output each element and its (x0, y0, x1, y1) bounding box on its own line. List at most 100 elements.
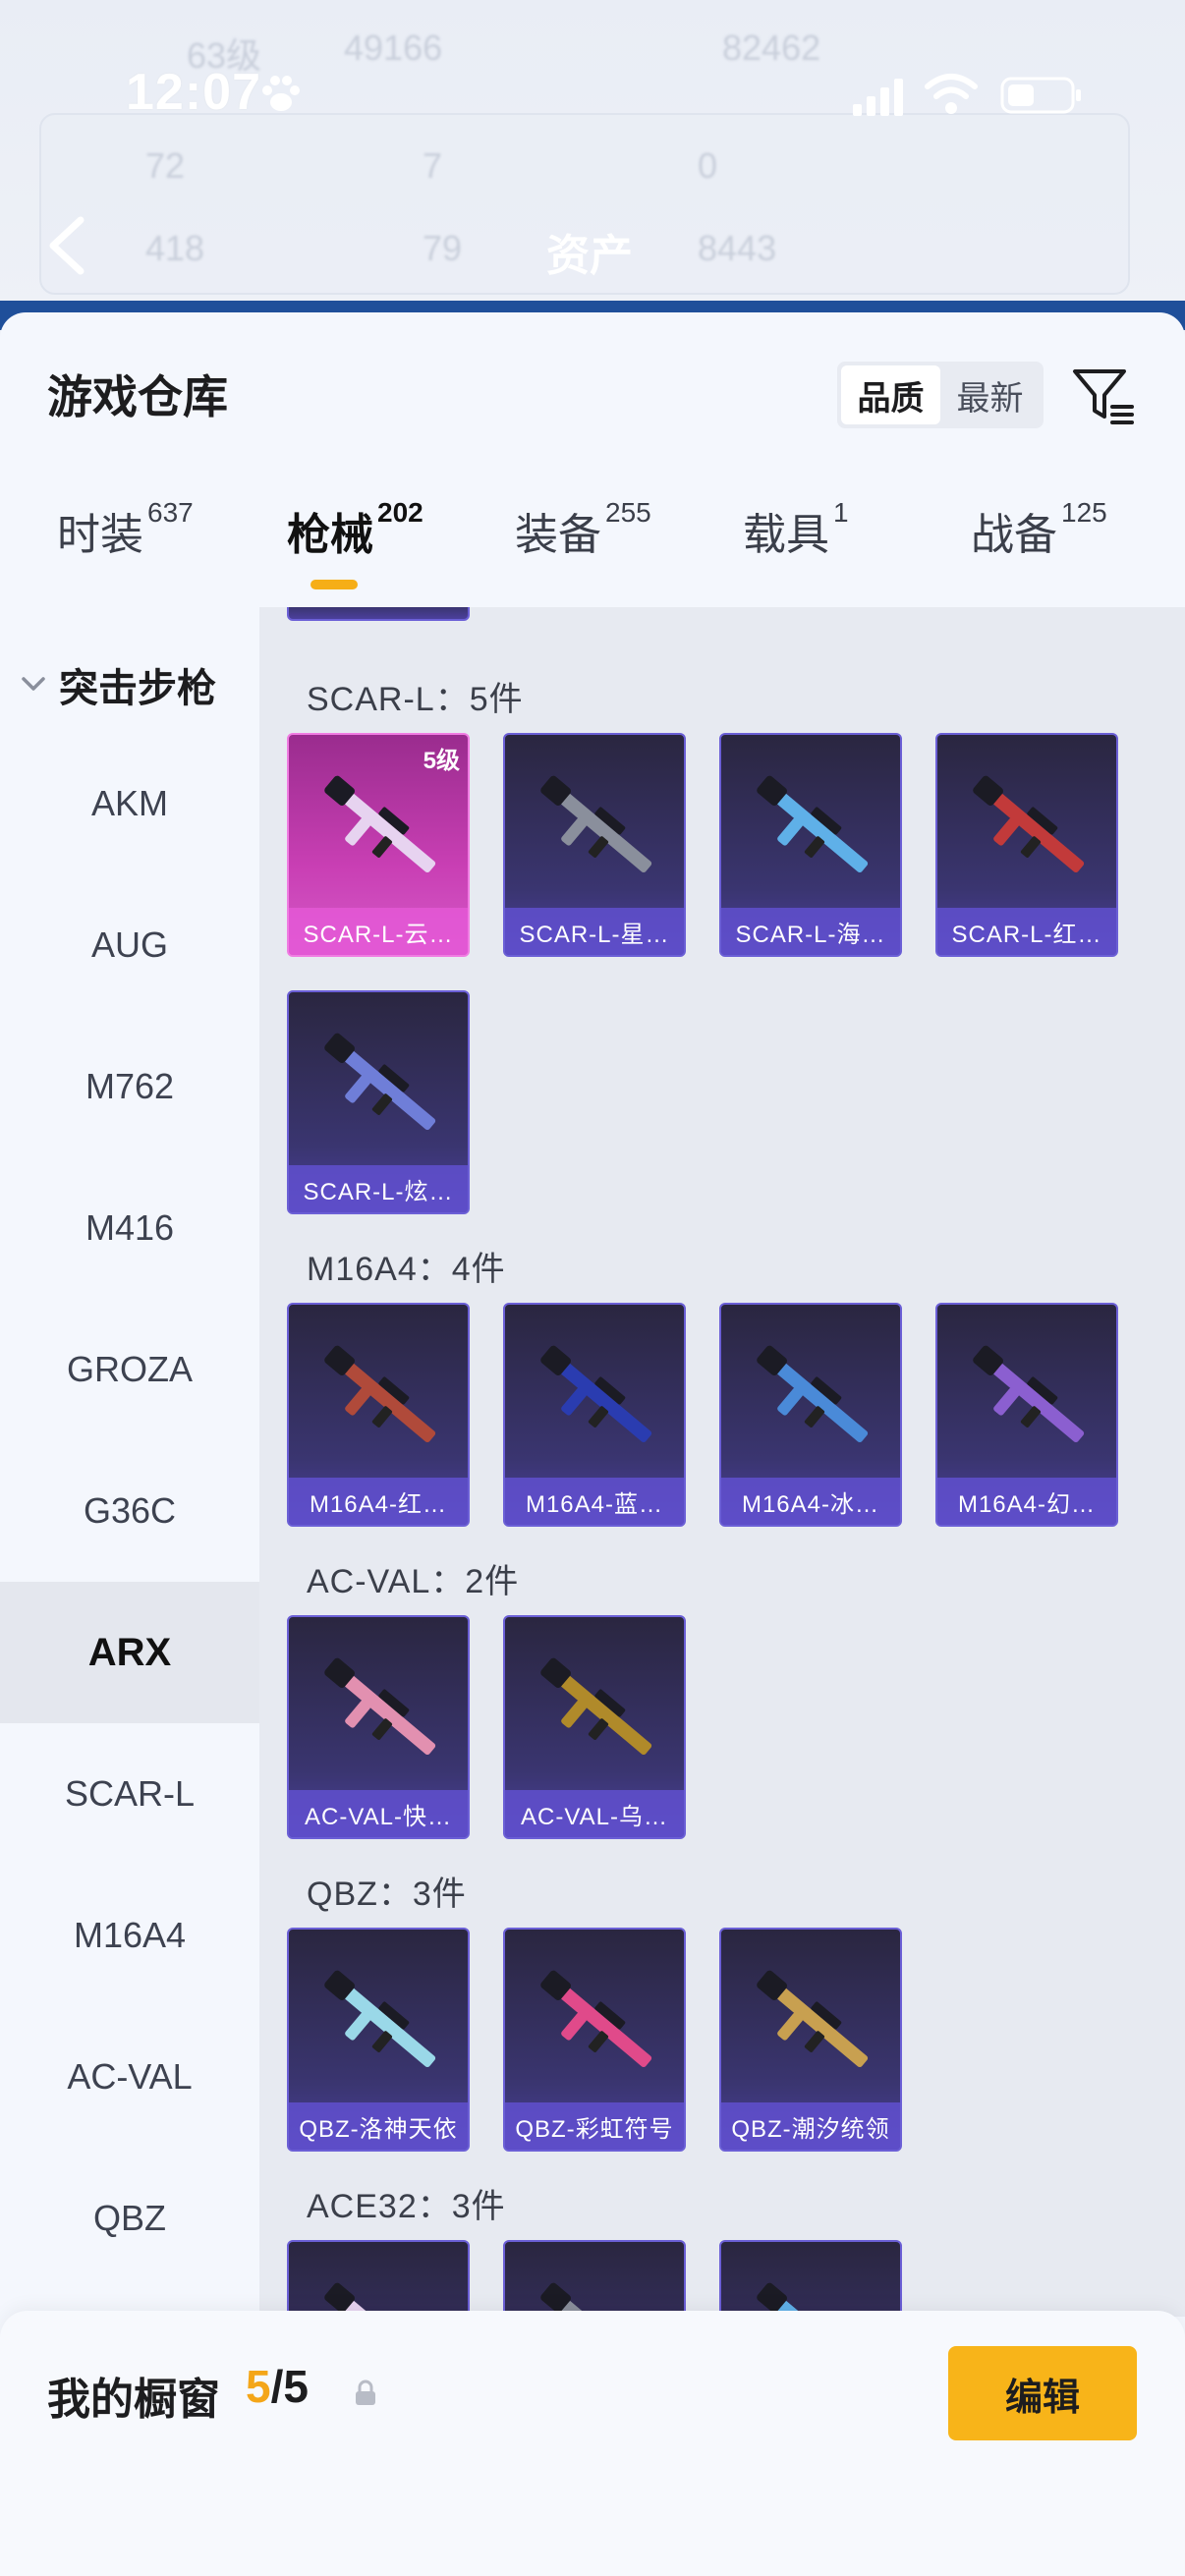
sidebar-item-m416[interactable]: M416 (0, 1157, 259, 1299)
battery-icon (1000, 77, 1081, 114)
tab-fashion[interactable]: 时装 637 (57, 497, 194, 562)
filter-icon[interactable] (1071, 364, 1136, 428)
weapon-card-label: M16A4-冰… (721, 1478, 900, 1525)
weapon-grid: SCAR-L：5件 5级 SCAR-L-云… SCAR-L-星… SCAR-L-海… SC… (259, 607, 1185, 2317)
rifle-icon (324, 1657, 436, 1756)
sidebar-group-header[interactable]: 突击步枪 (20, 656, 216, 713)
weapon-card[interactable]: AC-VAL-快… (287, 1615, 470, 1839)
rifle-icon (973, 775, 1085, 873)
weapon-card-label: SCAR-L-炫… (289, 1165, 468, 1212)
rifle-icon (540, 775, 652, 873)
weapon-card-label: SCAR-L-星… (505, 908, 684, 955)
weapon-card-label: QBZ-洛神天依 (289, 2102, 468, 2150)
sidebar-item-arx[interactable]: ARX (0, 1582, 259, 1723)
sidebar-group-label: 突击步枪 (59, 667, 216, 710)
chevron-down-icon (22, 677, 45, 691)
edit-button[interactable]: 编辑 (948, 2346, 1137, 2440)
sidebar-item-m762[interactable]: M762 (0, 1016, 259, 1157)
tab-equipment[interactable]: 装备 255 (515, 497, 651, 562)
active-tab-indicator (310, 580, 358, 589)
section-title: QBZ：3件 (307, 1876, 467, 1913)
rifle-icon (324, 1345, 436, 1443)
weapon-card-label: QBZ-彩虹符号 (505, 2102, 684, 2150)
sidebar-item-aug[interactable]: AUG (0, 874, 259, 1016)
wifi-icon (925, 74, 978, 114)
section-title: M16A4：4件 (307, 1251, 506, 1288)
category-tabs: 时装 637 枪械 202 装备 255 载具 1 战备 125 (0, 497, 1185, 607)
weapon-card-label: M16A4-蓝… (505, 1478, 684, 1525)
weapon-card[interactable]: M16A4-蓝… (503, 1303, 686, 1527)
weapon-card[interactable]: SCAR-L-海… (719, 733, 902, 957)
rifle-icon (757, 2282, 869, 2317)
tab-vehicles[interactable]: 载具 1 (743, 497, 849, 562)
showcase-count: 5/5 (246, 2361, 309, 2412)
sidebar-item-qbz[interactable]: QBZ (0, 2148, 259, 2289)
weapon-card[interactable]: M16A4-幻… (935, 1303, 1118, 1527)
sidebar-item-ac-val[interactable]: AC-VAL (0, 2006, 259, 2148)
weapon-card[interactable]: M16A4-冰… (719, 1303, 902, 1527)
weapon-card-label: SCAR-L-红… (937, 908, 1116, 955)
weapon-card[interactable]: SCAR-L-星… (503, 733, 686, 957)
weapon-card-label: QBZ-潮汐统领 (721, 2102, 900, 2150)
section-title: SCAR-L：5件 (307, 681, 524, 718)
rifle-icon (540, 1657, 652, 1756)
sidebar-item-akm[interactable]: AKM (0, 733, 259, 874)
weapon-card-label: SCAR-L-云… (289, 908, 468, 955)
signal-icon (853, 79, 903, 116)
weapon-type-sidebar: 突击步枪 AKM AUG M762 M416 GROZA G36C ARX SCAR-L M16… (0, 607, 259, 2317)
showcase-title: 我的橱窗 (47, 2376, 220, 2424)
page-title: 资产 (546, 232, 633, 280)
weapon-card[interactable] (503, 2240, 686, 2317)
sidebar-item-m16a4[interactable]: M16A4 (0, 1865, 259, 2006)
rifle-icon (540, 2282, 652, 2317)
weapon-card-label: AC-VAL-乌… (505, 1790, 684, 1837)
warehouse-sheet: 游戏仓库 品质 最新 时装 637 枪械 202 装备 255 载具 1 战备 125 突… (0, 312, 1185, 2576)
rifle-icon (324, 2282, 436, 2317)
back-arrow-icon[interactable] (43, 214, 90, 277)
blur-stat: 0 (698, 145, 718, 186)
sidebar-item-g36c[interactable]: G36C (0, 1440, 259, 1582)
weapon-card-label: AC-VAL-快… (289, 1790, 468, 1837)
blur-stat: 79 (423, 228, 463, 268)
rifle-icon (973, 1345, 1085, 1443)
blur-stat: 8443 (698, 228, 777, 268)
weapon-card[interactable] (719, 2240, 902, 2317)
rifle-icon (324, 1033, 436, 1131)
section-title: AC-VAL：2件 (307, 1563, 520, 1600)
weapon-card-label: M16A4-幻… (937, 1478, 1116, 1525)
background-header: 63级 49166 82462 72 7 0 418 79 8443 资产 (0, 0, 1185, 314)
weapon-card[interactable]: SCAR-L-炫… (287, 990, 470, 1214)
blur-stat: 72 (145, 145, 186, 186)
rifle-icon (757, 775, 869, 873)
rifle-icon (324, 775, 436, 873)
paw-icon (262, 76, 300, 111)
rifle-icon (324, 1970, 436, 2068)
rifle-icon (540, 1345, 652, 1443)
section-title: ACE32：3件 (307, 2188, 506, 2225)
weapon-card[interactable] (287, 2240, 470, 2317)
rifle-icon (757, 1345, 869, 1443)
weapon-card[interactable]: QBZ-彩虹符号 (503, 1928, 686, 2152)
weapon-card-label: SCAR-L-海… (721, 908, 900, 955)
weapon-card[interactable]: SCAR-L-红… (935, 733, 1118, 957)
weapon-card[interactable]: M16A4-红… (287, 1303, 470, 1527)
warehouse-title: 游戏仓库 (47, 371, 228, 422)
weapon-card[interactable]: 5级 SCAR-L-云… (287, 733, 470, 957)
showcase-bar: 我的橱窗 5/5 编辑 (0, 2311, 1185, 2576)
status-bar: 12:07 (0, 59, 1185, 128)
tab-supplies[interactable]: 战备 125 (971, 497, 1107, 562)
sort-toggle: 品质 最新 (837, 362, 1044, 428)
rifle-icon (757, 1970, 869, 2068)
weapon-card[interactable]: AC-VAL-乌… (503, 1615, 686, 1839)
weapon-card-label: M16A4-红… (289, 1478, 468, 1525)
sort-by-quality[interactable]: 品质 (841, 365, 940, 424)
sidebar-item-groza[interactable]: GROZA (0, 1299, 259, 1440)
sort-by-newest[interactable]: 最新 (940, 365, 1040, 424)
sidebar-item-scar-l[interactable]: SCAR-L (0, 1723, 259, 1865)
weapon-card[interactable]: QBZ-洛神天依 (287, 1928, 470, 2152)
weapon-card[interactable]: QBZ-潮汐统领 (719, 1928, 902, 2152)
rifle-icon (540, 1970, 652, 2068)
status-time: 12:07 (126, 64, 261, 121)
tab-firearms[interactable]: 枪械 202 (287, 497, 423, 562)
weapon-card-partial[interactable] (287, 607, 470, 621)
